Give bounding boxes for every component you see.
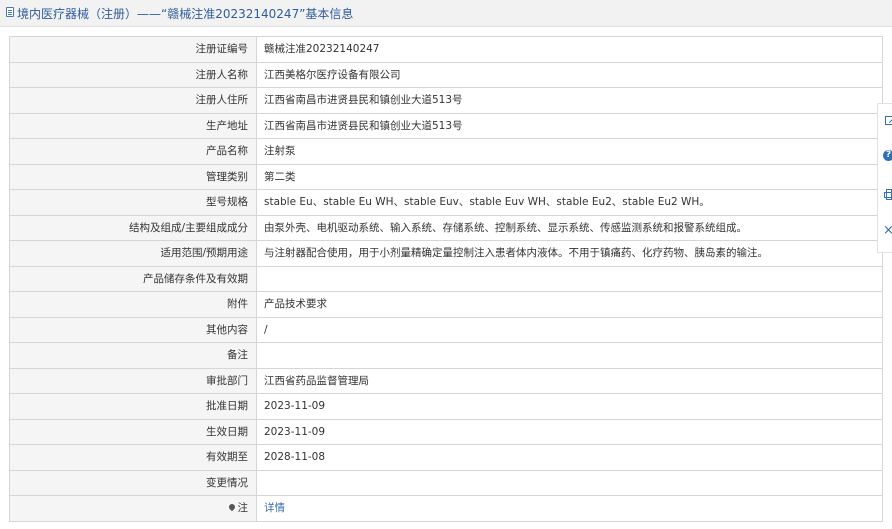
page-header: 境内医疗器械（注册）——“赣械注准20232140247”基本信息 — [0, 0, 892, 27]
help-icon[interactable]: ? — [883, 150, 892, 164]
document-icon — [6, 7, 14, 17]
table-row: 型号规格 stable Eu、stable Eu WH、stable Euv、s… — [9, 189, 883, 216]
row-value: 产品技术要求 — [256, 291, 883, 318]
note-value-cell: 详情 — [256, 495, 883, 522]
row-label: 注册证编号 — [9, 36, 257, 63]
row-value: 江西美格尔医疗设备有限公司 — [256, 61, 883, 88]
table-row: 附件 产品技术要求 — [9, 291, 883, 318]
note-label-cell: 注 — [9, 495, 257, 522]
row-label: 其他内容 — [9, 316, 257, 343]
row-value: 与注射器配合使用，用于小剂量精确定量控制注入患者体内液体。不用于镇痛药、化疗药物… — [256, 240, 883, 267]
row-value: 江西省药品监督管理局 — [256, 367, 883, 394]
table-row: 产品储存条件及有效期 — [9, 265, 883, 292]
floating-toolbar: ? × — [877, 103, 892, 253]
row-value: 2028-11-08 — [256, 444, 883, 471]
row-value: 赣械注准20232140247 — [256, 36, 883, 63]
print-icon[interactable] — [883, 188, 892, 202]
row-label: 批准日期 — [9, 393, 257, 420]
row-label: 生效日期 — [9, 418, 257, 445]
table-row: 注册人住所 江西省南昌市进贤县民和镇创业大道513号 — [9, 87, 883, 114]
table-row: 生产地址 江西省南昌市进贤县民和镇创业大道513号 — [9, 112, 883, 139]
note-label: 注 — [237, 502, 249, 515]
table-row: 其他内容 / — [9, 316, 883, 343]
row-label: 备注 — [9, 342, 257, 369]
row-label: 型号规格 — [9, 189, 257, 216]
row-value: 2023-11-09 — [256, 393, 883, 420]
row-value: / — [256, 316, 883, 343]
row-label: 管理类别 — [9, 163, 257, 190]
row-value — [256, 469, 883, 496]
edit-icon[interactable] — [883, 114, 892, 128]
table-row: 变更情况 — [9, 469, 883, 496]
table-row: 生效日期 2023-11-09 — [9, 418, 883, 445]
table-row: 结构及组成/主要组成成分 由泵外壳、电机驱动系统、输入系统、存储系统、控制系统、… — [9, 214, 883, 241]
row-value — [256, 342, 883, 369]
row-label: 产品名称 — [9, 138, 257, 165]
row-label: 变更情况 — [9, 469, 257, 496]
table-row: 批准日期 2023-11-09 — [9, 393, 883, 420]
help-glyph: ? — [883, 150, 892, 161]
page-title: 境内医疗器械（注册）——“赣械注准20232140247”基本信息 — [17, 7, 354, 21]
table-row: 管理类别 第二类 — [9, 163, 883, 190]
table-row: 备注 — [9, 342, 883, 369]
close-icon[interactable]: × — [883, 224, 892, 238]
row-label: 适用范围/预期用途 — [9, 240, 257, 267]
row-value: 第二类 — [256, 163, 883, 190]
pin-icon — [227, 503, 236, 512]
row-value — [256, 265, 883, 292]
row-label: 注册人名称 — [9, 61, 257, 88]
row-label: 生产地址 — [9, 112, 257, 139]
row-label: 审批部门 — [9, 367, 257, 394]
row-value: 江西省南昌市进贤县民和镇创业大道513号 — [256, 112, 883, 139]
row-value: 2023-11-09 — [256, 418, 883, 445]
row-label: 有效期至 — [9, 444, 257, 471]
row-value: stable Eu、stable Eu WH、stable Euv、stable… — [256, 189, 883, 216]
table-row: 审批部门 江西省药品监督管理局 — [9, 367, 883, 394]
row-label: 产品储存条件及有效期 — [9, 265, 257, 292]
table-row: 产品名称 注射泵 — [9, 138, 883, 165]
table-row: 注册人名称 江西美格尔医疗设备有限公司 — [9, 61, 883, 88]
row-label: 结构及组成/主要组成成分 — [9, 214, 257, 241]
row-value: 由泵外壳、电机驱动系统、输入系统、存储系统、控制系统、显示系统、传感监测系统和报… — [256, 214, 883, 241]
table-row: 有效期至 2028-11-08 — [9, 444, 883, 471]
note-row: 注 详情 — [9, 495, 883, 522]
table-row: 适用范围/预期用途 与注射器配合使用，用于小剂量精确定量控制注入患者体内液体。不… — [9, 240, 883, 267]
table-row: 注册证编号 赣械注准20232140247 — [9, 36, 883, 63]
row-label: 附件 — [9, 291, 257, 318]
info-table: 注册证编号 赣械注准20232140247 注册人名称 江西美格尔医疗设备有限公… — [9, 36, 883, 522]
row-label: 注册人住所 — [9, 87, 257, 114]
row-value: 江西省南昌市进贤县民和镇创业大道513号 — [256, 87, 883, 114]
row-value: 注射泵 — [256, 138, 883, 165]
details-link[interactable]: 详情 — [264, 502, 285, 514]
